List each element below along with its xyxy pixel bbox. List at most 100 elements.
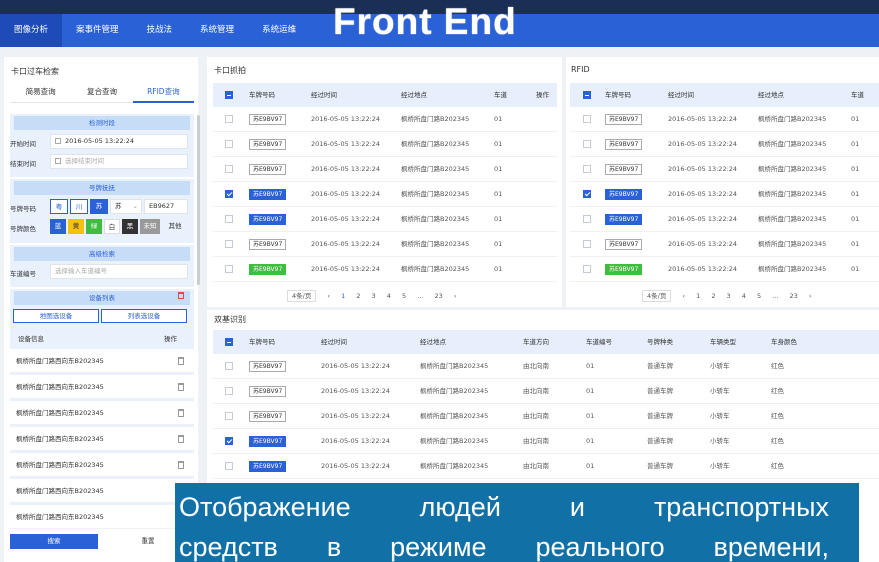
row-checkbox[interactable] <box>225 387 233 395</box>
row-checkbox[interactable] <box>225 140 233 148</box>
row-checkbox[interactable] <box>225 115 233 123</box>
device-row[interactable]: 枫桥所盘门路西向东B202345 <box>10 401 194 425</box>
row-checkbox[interactable] <box>225 362 233 370</box>
page-4[interactable]: 4 <box>742 289 746 303</box>
table-row[interactable]: 苏E9BV97 2016-05-05 13:22:24 枫桥所盘门路B202345 0… <box>570 132 879 157</box>
table-row[interactable]: 苏E9BV97 2016-05-05 13:22:24 枫桥所盘门路B202345 0… <box>213 454 879 479</box>
nav-case-management[interactable]: 案事件管理 <box>62 14 133 47</box>
color-blue-button[interactable]: 蓝 <box>50 219 66 234</box>
nav-image-analysis[interactable]: 图像分析 <box>0 14 63 47</box>
page-2[interactable]: 2 <box>711 289 715 303</box>
next-page-icon[interactable]: › <box>454 289 457 303</box>
device-row[interactable]: 枫桥所盘门路西向东B202345 <box>10 505 194 529</box>
row-checkbox[interactable] <box>225 437 233 445</box>
page-3[interactable]: 3 <box>727 289 731 303</box>
row-checkbox[interactable] <box>225 190 233 198</box>
tab-rfid[interactable]: RFID查询 <box>132 83 194 103</box>
device-row[interactable]: 枫桥所盘门路西向东B202345 <box>10 375 194 399</box>
table-row[interactable]: 苏E9BV97 2016-05-05 13:22:24 枫桥所盘门路B202345 0… <box>570 232 879 257</box>
row-checkbox[interactable] <box>225 215 233 223</box>
nav-tactics[interactable]: 技战法 <box>133 14 187 47</box>
start-time-input[interactable]: 2016-05-05 13:22:24 <box>50 134 188 149</box>
page-4[interactable]: 4 <box>387 289 391 303</box>
row-checkbox[interactable] <box>583 140 591 148</box>
color-yellow-button[interactable]: 黄 <box>68 219 84 234</box>
nav-system-management[interactable]: 系统管理 <box>186 14 248 47</box>
trash-icon[interactable] <box>178 383 184 391</box>
prev-page-icon[interactable]: ‹ <box>327 289 330 303</box>
table-row[interactable]: 苏E9BV97 2016-05-05 13:22:24 枫桥所盘门路B202345 0… <box>213 257 557 282</box>
color-other-button[interactable]: 其他 <box>162 219 188 234</box>
page-size-select[interactable]: 4条/页 <box>287 290 317 302</box>
trash-icon[interactable] <box>178 357 184 365</box>
table-row[interactable]: 苏E9BV97 2016-05-05 13:22:24 枫桥所盘门路B202345 0… <box>213 404 879 429</box>
rfid-page-size-select[interactable]: 4条/页 <box>642 290 672 302</box>
search-button[interactable]: 搜索 <box>10 534 98 549</box>
tab-compound[interactable]: 复合查询 <box>71 83 133 103</box>
page-23[interactable]: 23 <box>434 289 442 303</box>
row-checkbox[interactable] <box>225 462 233 470</box>
row-checkbox[interactable] <box>225 265 233 273</box>
color-unknown-button[interactable]: 未知 <box>140 219 160 234</box>
device-row[interactable]: 枫桥所盘门路西向东B202345 <box>10 349 194 373</box>
end-time-input[interactable]: 选择结束时间 <box>50 154 188 169</box>
table-row[interactable]: 苏E9BV97 2016-05-05 13:22:24 枫桥所盘门路B202345 0… <box>213 354 879 379</box>
page-5[interactable]: 5 <box>402 289 406 303</box>
page-23[interactable]: 23 <box>789 289 797 303</box>
table-row[interactable]: 苏E9BV97 2016-05-05 13:22:24 枫桥所盘门路B202345 0… <box>213 232 557 257</box>
page-1[interactable]: 1 <box>696 289 700 303</box>
province-chuan-button[interactable]: 川 <box>70 199 88 214</box>
lane-number-input[interactable]: 选择输入车道编号 <box>50 264 188 279</box>
table-row[interactable]: 苏E9BV97 2016-05-05 13:22:24 枫桥所盘门路B202345 0… <box>213 132 557 157</box>
row-checkbox[interactable] <box>225 165 233 173</box>
dual-select-all-checkbox[interactable] <box>225 338 233 346</box>
left-scrollbar[interactable] <box>197 115 200 285</box>
device-row[interactable]: 枫桥所盘门路西向东B202345 <box>10 453 194 477</box>
table-row[interactable]: 苏E9BV97 2016-05-05 13:22:24 枫桥所盘门路B202345 0… <box>213 182 557 207</box>
row-checkbox[interactable] <box>583 265 591 273</box>
trash-icon[interactable] <box>178 435 184 443</box>
table-row[interactable]: 苏E9BV97 2016-05-05 13:22:24 枫桥所盘门路B202345 0… <box>213 107 557 132</box>
province-select[interactable]: 苏 ⌄ <box>110 199 142 214</box>
province-su-button[interactable]: 苏 <box>90 199 108 214</box>
table-row[interactable]: 苏E9BV97 2016-05-05 13:22:24 枫桥所盘门路B202345 0… <box>570 157 879 182</box>
next-page-icon[interactable]: › <box>809 289 812 303</box>
device-row[interactable]: 枫桥所盘门路西向东B202345 <box>10 479 194 503</box>
kakou-select-all-checkbox[interactable] <box>225 91 233 99</box>
row-checkbox[interactable] <box>583 215 591 223</box>
tab-simple[interactable]: 简易查询 <box>10 83 72 103</box>
row-checkbox[interactable] <box>583 165 591 173</box>
color-black-button[interactable]: 黑 <box>122 219 138 234</box>
dual-col-plate: 车牌号码 <box>249 338 275 346</box>
table-row[interactable]: 苏E9BV97 2016-05-05 13:22:24 枫桥所盘门路B202345 0… <box>213 207 557 232</box>
table-row[interactable]: 苏E9BV97 2016-05-05 13:22:24 枫桥所盘门路B202345 0… <box>570 107 879 132</box>
color-white-button[interactable]: 白 <box>104 219 120 234</box>
table-row[interactable]: 苏E9BV97 2016-05-05 13:22:24 枫桥所盘门路B202345 0… <box>213 429 879 454</box>
page-1[interactable]: 1 <box>341 289 345 303</box>
trash-icon[interactable] <box>178 409 184 417</box>
trash-icon[interactable] <box>178 461 184 469</box>
row-checkbox[interactable] <box>583 115 591 123</box>
table-row[interactable]: 苏E9BV97 2016-05-05 13:22:24 枫桥所盘门路B202345 0… <box>570 207 879 232</box>
delete-icon[interactable] <box>178 292 184 299</box>
prev-page-icon[interactable]: ‹ <box>682 289 685 303</box>
page-5[interactable]: 5 <box>757 289 761 303</box>
row-checkbox[interactable] <box>583 240 591 248</box>
map-select-device-button[interactable]: 地图选设备 <box>13 309 99 323</box>
list-select-device-button[interactable]: 列表选设备 <box>101 309 187 323</box>
page-3[interactable]: 3 <box>372 289 376 303</box>
table-row[interactable]: 苏E9BV97 2016-05-05 13:22:24 枫桥所盘门路B202345 0… <box>570 257 879 282</box>
nav-system-ops[interactable]: 系统运维 <box>248 14 310 47</box>
row-checkbox[interactable] <box>225 240 233 248</box>
row-checkbox[interactable] <box>225 412 233 420</box>
color-green-button[interactable]: 绿 <box>86 219 102 234</box>
province-yue-button[interactable]: 粤 <box>50 199 68 214</box>
rfid-select-all-checkbox[interactable] <box>583 91 591 99</box>
plate-number-input[interactable]: EB9627 <box>144 199 188 214</box>
table-row[interactable]: 苏E9BV97 2016-05-05 13:22:24 枫桥所盘门路B202345 0… <box>570 182 879 207</box>
device-row[interactable]: 枫桥所盘门路西向东B202345 <box>10 427 194 451</box>
page-2[interactable]: 2 <box>356 289 360 303</box>
table-row[interactable]: 苏E9BV97 2016-05-05 13:22:24 枫桥所盘门路B202345 0… <box>213 157 557 182</box>
row-checkbox[interactable] <box>583 190 591 198</box>
table-row[interactable]: 苏E9BV97 2016-05-05 13:22:24 枫桥所盘门路B202345 0… <box>213 379 879 404</box>
